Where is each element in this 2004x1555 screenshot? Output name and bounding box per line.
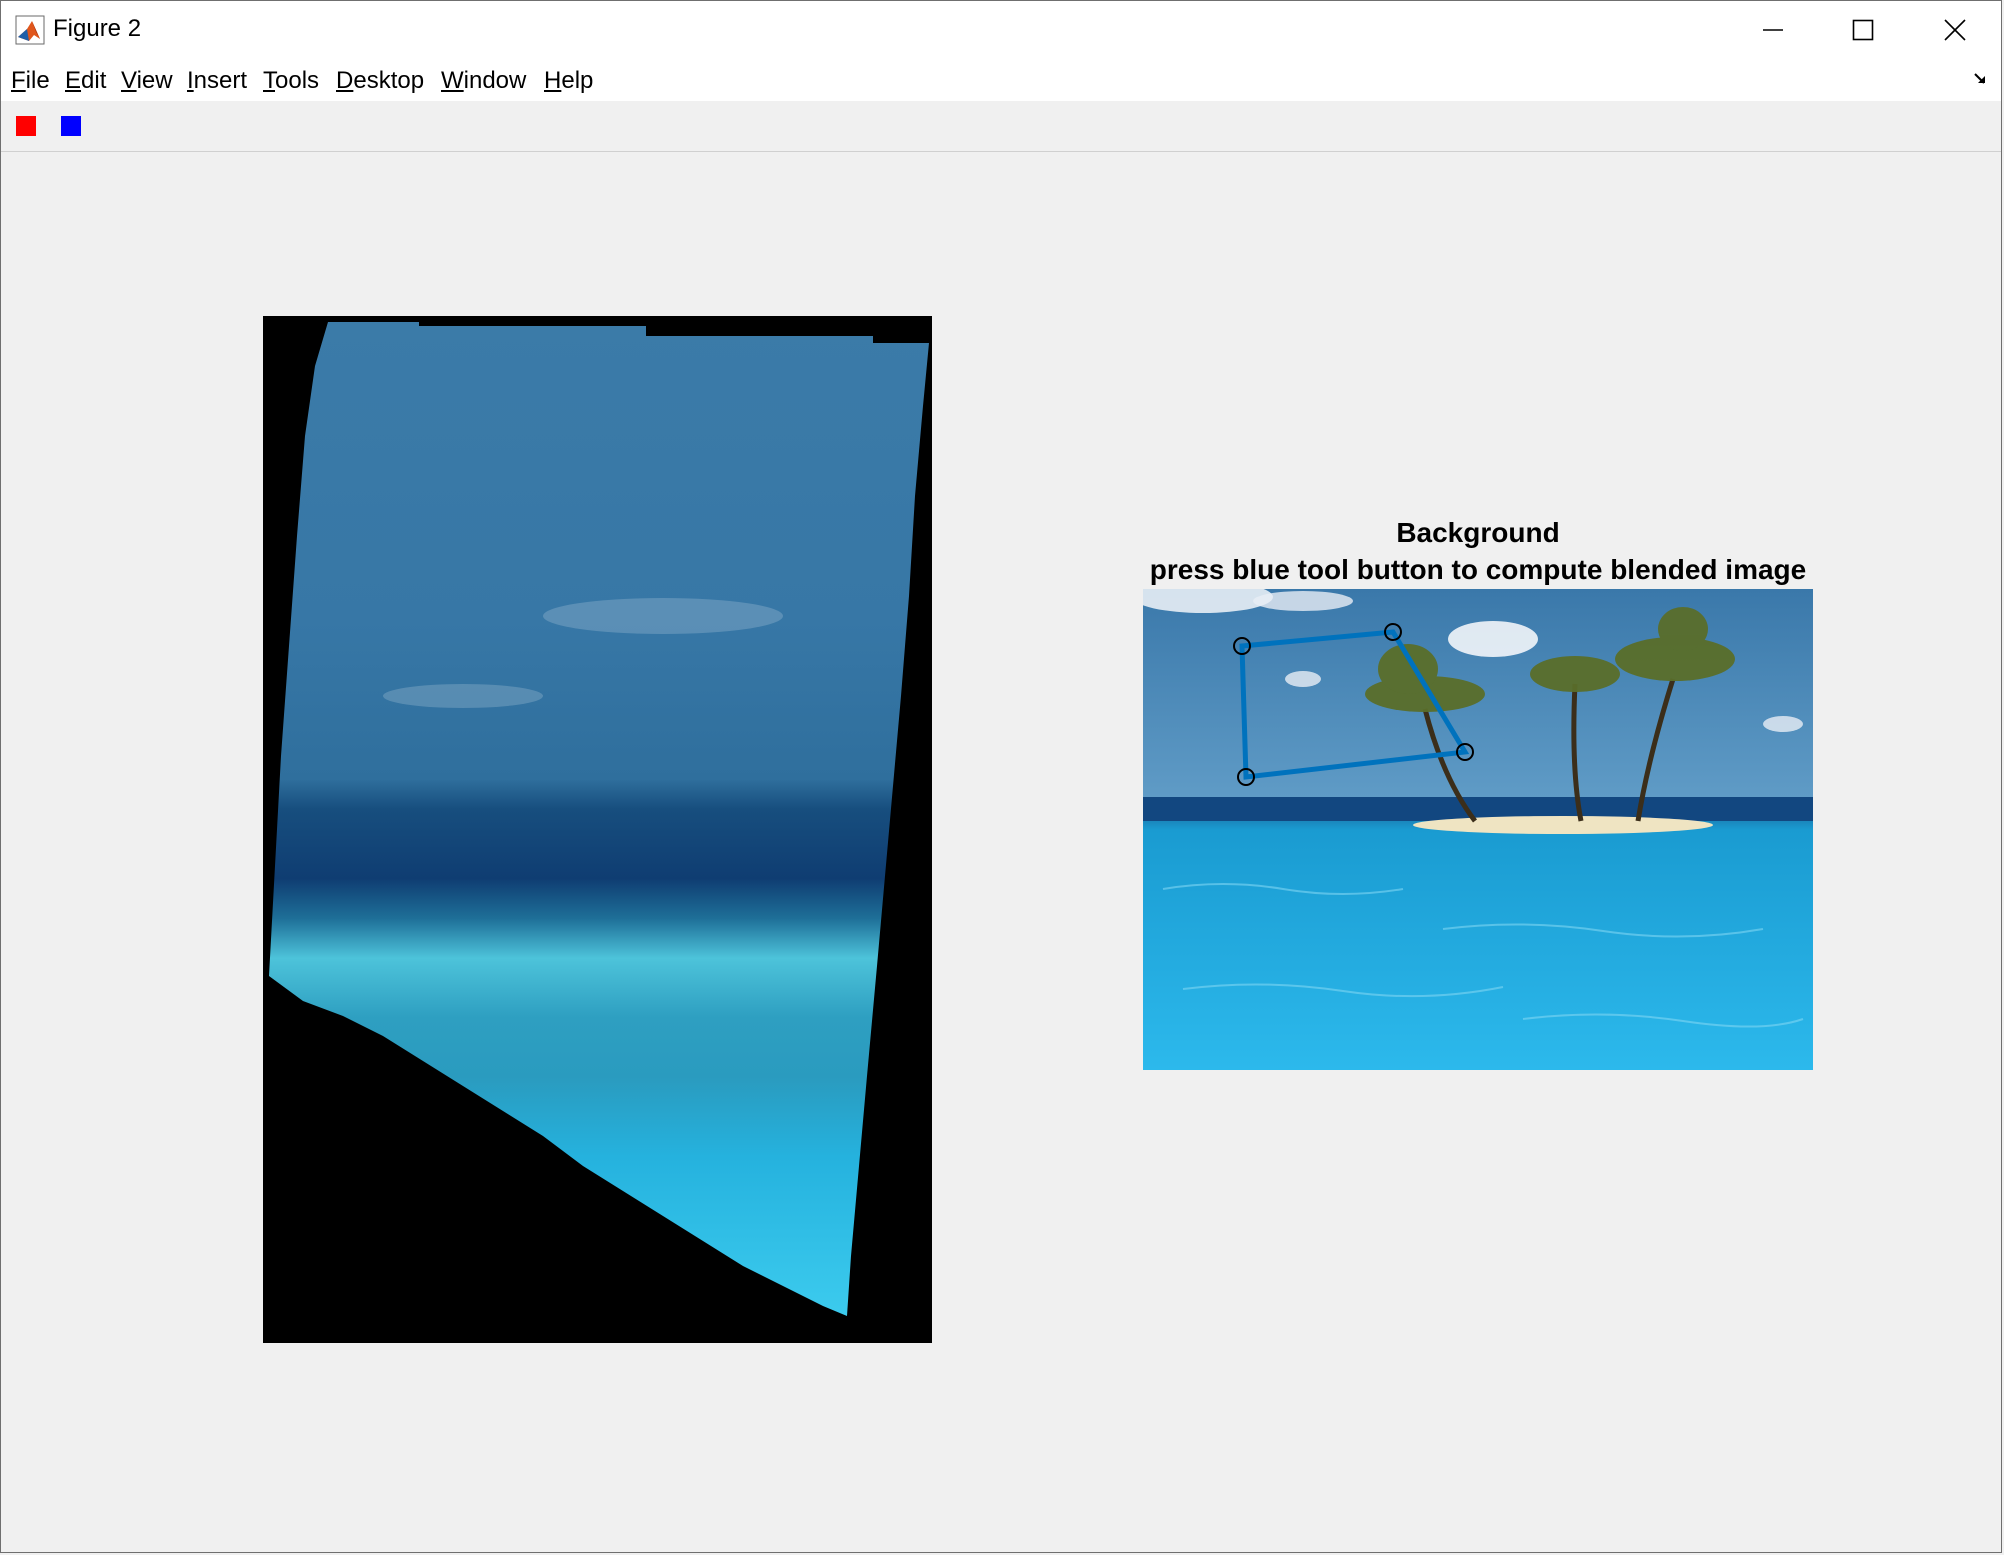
close-button[interactable] [1909, 1, 2001, 59]
dock-arrow-icon[interactable] [1973, 71, 1989, 87]
menu-edit-mnemonic: E [65, 67, 82, 94]
horizon-band [1143, 797, 1813, 821]
menu-help[interactable]: Help [544, 67, 593, 95]
warped-image-axes [263, 316, 932, 1343]
menu-window[interactable]: Window [441, 67, 526, 95]
menu-view-rest: iew [136, 67, 173, 94]
menu-desktop-mnemonic: D [336, 67, 354, 94]
menu-insert[interactable]: Insert [187, 67, 247, 95]
island-sand [1413, 816, 1713, 834]
menu-bar: File Edit View Insert Tools Desktop Wind… [1, 59, 2001, 102]
matlab-icon [15, 15, 45, 45]
sea [1143, 797, 1813, 1070]
menu-help-mnemonic: H [544, 67, 562, 94]
figure-window: Figure 2 File Edit View Insert Tools Des… [0, 0, 2002, 1553]
title-bar: Figure 2 [1, 1, 2001, 59]
menu-file-mnemonic: F [11, 67, 26, 94]
menu-window-mnemonic: W [441, 67, 464, 94]
window-title: Figure 2 [53, 15, 142, 42]
axes-title-line2: press blue tool button to compute blende… [1149, 554, 1807, 585]
cloud-shape [1285, 671, 1321, 687]
menu-file[interactable]: File [11, 67, 50, 95]
red-tool-button[interactable] [16, 116, 36, 136]
menu-desktop[interactable]: Desktop [336, 67, 424, 95]
close-icon [1944, 19, 1966, 41]
axes-title-line1: Background [1396, 517, 1560, 548]
menu-tools[interactable]: Tools [263, 67, 319, 95]
menu-window-rest: indow [463, 67, 527, 94]
minimize-button[interactable] [1727, 1, 1819, 59]
menu-view[interactable]: View [121, 67, 173, 95]
maximize-icon [1852, 19, 1874, 41]
menu-insert-rest: nsert [193, 67, 248, 94]
menu-desktop-rest: esktop [353, 67, 425, 94]
cloud-shape [543, 598, 783, 634]
cloud-shape [1763, 716, 1803, 732]
menu-view-mnemonic: V [121, 67, 137, 94]
toolbar [1, 101, 2001, 152]
menu-edit[interactable]: Edit [65, 67, 106, 95]
menu-file-rest: ile [25, 67, 50, 94]
menu-tools-rest: ools [275, 67, 320, 94]
menu-insert-mnemonic: I [187, 67, 194, 94]
menu-help-rest: elp [561, 67, 594, 94]
menu-edit-rest: dit [81, 67, 107, 94]
cloud-shape [1448, 621, 1538, 657]
cloud-shape [383, 684, 543, 708]
minimize-icon [1763, 29, 1783, 31]
maximize-button[interactable] [1817, 1, 1909, 59]
blue-tool-button[interactable] [61, 116, 81, 136]
menu-tools-mnemonic: T [263, 67, 275, 94]
background-image-axes[interactable] [1143, 589, 1813, 1070]
cloud-shape [1253, 591, 1353, 611]
